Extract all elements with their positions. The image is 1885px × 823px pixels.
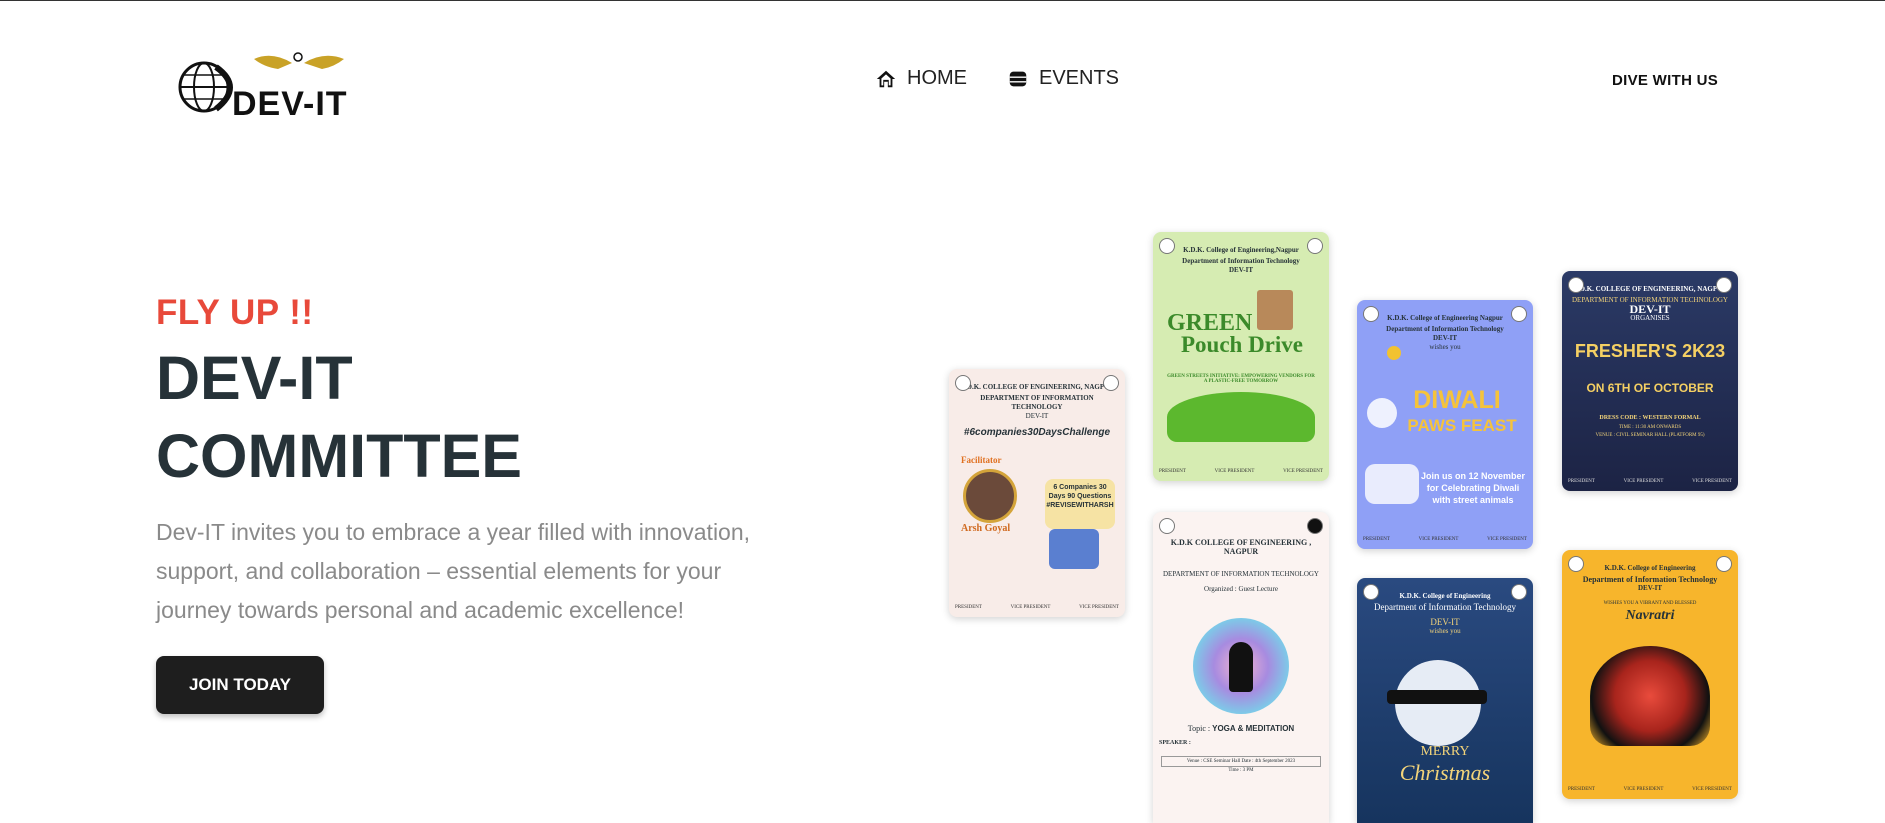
poster-date: ON 6TH OF OCTOBER [1586,381,1714,395]
poster-org: DEV-IT [1025,412,1049,420]
nav-events[interactable]: EVENTS [1007,67,1119,90]
hero-title-line1: DEV-IT [156,344,353,412]
devit-seal-icon [1511,584,1527,600]
poster-speaker-label: SPEAKER : [1159,740,1191,746]
animals-illustration [1365,464,1419,504]
poster-facilitator-label: Facilitator [961,455,1002,465]
poster-title: Navratri [1625,608,1675,623]
poster-time: TIME : 11:30 AM ONWARDS [1618,425,1682,430]
nav-home[interactable]: HOME [875,67,967,90]
poster-org: DEV-IT [1229,266,1253,274]
database-icon [1009,71,1027,86]
join-today-button[interactable]: JOIN TODAY [156,656,324,714]
paper-bag-icon [1257,290,1293,330]
hero-title-line2: COMMITTEE [156,422,522,490]
poster-college: K.D.K. College of Engineering,Nagpur [1183,246,1299,254]
devit-seal-icon [1511,306,1527,322]
devit-seal-icon [1716,556,1732,572]
poster-dept: Department of Information Technology [1182,257,1300,265]
poster-venue: VENUE : CIVIL SEMINAR HALL (PLATFORM 95) [1595,433,1705,438]
poster-title2: PAWS FEAST [1407,416,1517,435]
poster-college: K.D.K COLLEGE OF ENGINEERING , NAGPUR [1170,538,1312,556]
poster-tagline: GREEN STREETS INITIATIVE: EMPOWERING VEN… [1167,374,1315,384]
poster-dept: DEPARTMENT OF INFORMATION TECHNOLOGY [980,394,1094,411]
devit-seal-icon [1307,238,1323,254]
meditating-figure [1229,642,1253,692]
sleigh-icon [1387,690,1487,704]
devit-seal-icon [1103,375,1119,391]
poster-org: DEV-IT [1629,302,1671,316]
poster-dept: Department of Information Technology [1374,602,1516,612]
home-icon [876,70,896,87]
paw-icon [1367,398,1397,428]
poster-org: DEV-IT [1433,334,1457,342]
speaker-photo [963,469,1017,523]
college-seal-icon [1568,556,1584,572]
dev-it-logo[interactable]: DEV-IT [174,49,364,123]
poster-topic: Topic : YOGA & MEDITATION [1153,724,1329,733]
poster-green-pouch-drive[interactable]: K.D.K. College of Engineering,Nagpur Dep… [1153,232,1329,481]
dive-with-us-link[interactable]: DIVE WITH US [1612,72,1718,89]
poster-facilitator: Arsh Goyal [961,523,1011,534]
logo-text: DEV-IT [232,85,348,121]
college-seal-icon [1568,277,1584,293]
poster-title1: DIWALI [1413,386,1501,414]
poster-title1: MERRY [1420,744,1470,759]
poster-college: K.D.K. College of Engineering [1604,564,1696,572]
poster-freshers-2k23[interactable]: K.D.K. COLLEGE OF ENGINEERING, NAGPUR DE… [1562,271,1738,491]
poster-yoga-meditation[interactable]: K.D.K COLLEGE OF ENGINEERING , NAGPUR DE… [1153,512,1329,823]
hero-description: Dev-IT invites you to embrace a year fil… [156,519,751,623]
world-map-illustration [1167,392,1315,442]
moon-icon [1387,346,1401,360]
poster-dept: DEPARTMENT OF INFORMATION TECHNOLOGY [1163,570,1319,578]
poster-wish: wishes you [1429,343,1461,351]
poster-challenge-box: 6 Companies 30 Days 90 Questions #REVISE… [1045,479,1115,529]
hero-title: DEV-IT COMMITTEE [156,339,522,495]
poster-tag: #6companies30DaysChallenge [963,427,1111,438]
poster-dept: Department of Information Technology [1386,325,1504,333]
nav-home-label: HOME [907,67,967,89]
poster-topic-label: Topic : [1187,724,1211,733]
poster-title: FRESHER'S 2K23 [1574,341,1726,361]
poster-college: K.D.K. College of Engineering Nagpur [1387,314,1503,322]
college-seal-icon [1363,306,1379,322]
poster-diwali-paws-feast[interactable]: K.D.K. College of Engineering Nagpur Dep… [1357,300,1533,549]
poster-college: K.D.K. COLLEGE OF ENGINEERING, NAGPUR [959,383,1115,391]
poster-org: DEV-IT [1638,584,1662,592]
poster-organized: Organized : Guest Lecture [1204,585,1278,593]
college-seal-icon [1159,238,1175,254]
poster-topic-value: YOGA & MEDITATION [1212,724,1295,733]
poster-college: K.D.K. College of Engineering [1399,592,1491,600]
poster-navratri[interactable]: K.D.K. College of Engineering Department… [1562,550,1738,799]
durga-illustration [1590,646,1710,746]
poster-wish: WISHES YOU A VIBRANT AND BLESSED [1603,601,1697,606]
devit-seal-icon [1307,518,1323,534]
poster-dept: Department of Information Technology [1582,575,1718,584]
poster-title2: Pouch Drive [1180,332,1303,357]
college-seal-icon [1363,584,1379,600]
poster-wish: wishes you [1429,627,1461,635]
devit-seal-icon [1716,277,1732,293]
poster-organises: ORGANISES [1630,314,1670,322]
nav-events-label: EVENTS [1039,67,1120,89]
college-seal-icon [1159,518,1175,534]
poster-venue: Venue : CSE Seminar Hall Date : 4th Sept… [1161,756,1321,767]
laptop-illustration [1049,529,1099,569]
main-nav: HOME EVENTS [875,67,1119,90]
poster-college: K.D.K. COLLEGE OF ENGINEERING, NAGPUR [1572,285,1728,293]
poster-dress: DRESS CODE : WESTERN FORMAL [1599,415,1701,421]
poster-challenge[interactable]: K.D.K. COLLEGE OF ENGINEERING, NAGPUR DE… [949,369,1125,617]
poster-title2: Christmas [1399,760,1491,785]
college-seal-icon [955,375,971,391]
poster-time: Time : 3 PM [1228,768,1254,773]
hero-eyebrow: FLY UP !! [156,293,314,332]
poster-org: DEV-IT [1430,617,1460,627]
poster-note: Join us on 12 November for Celebrating D… [1420,471,1526,505]
poster-merry-christmas[interactable]: K.D.K. College of Engineering Department… [1357,578,1533,823]
